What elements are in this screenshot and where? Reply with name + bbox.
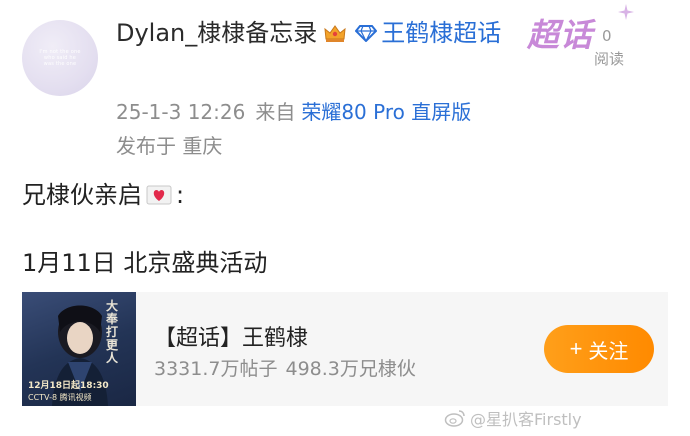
post-time: 25-1-3 12:26	[116, 100, 246, 124]
post-text-main: 兄棣伙亲启	[22, 181, 142, 209]
chaohua-mark: 超话	[527, 16, 594, 54]
post-header: Dylan_棣棣备忘录 王鹤棣超话	[116, 16, 516, 50]
post-location: 发布于 重庆	[116, 134, 223, 158]
device-link[interactable]: 荣耀80 Pro 直屏版	[301, 100, 471, 124]
post-meta: 25-1-3 12:26 来自 荣耀80 Pro 直屏版	[116, 96, 471, 125]
post-text-line1: 兄棣伙亲启 :	[22, 175, 184, 210]
follow-button[interactable]: + 关注	[544, 325, 654, 373]
read-label: 阅读	[594, 50, 625, 68]
posts-count: 3331.7万帖子	[154, 358, 278, 380]
user-name[interactable]: Dylan_棣棣备忘录	[116, 19, 317, 47]
diamond-icon	[355, 25, 378, 42]
poster-channel: CCTV-8 腾讯视频	[28, 393, 92, 402]
post-text-colon: :	[176, 181, 185, 209]
plus-icon: +	[569, 336, 583, 361]
from-label: 来自	[255, 100, 296, 124]
watermark: @星扒客Firstly	[444, 406, 582, 430]
watermark-text: @星扒客Firstly	[470, 410, 582, 429]
read-count: 0	[602, 27, 612, 45]
avatar-text: I'm not the one who said he was the one	[39, 49, 81, 67]
poster-title: 大奉打更人	[106, 299, 119, 365]
poster-date: 12月18日起18:30	[28, 381, 109, 391]
crown-icon	[324, 25, 346, 42]
fans-count: 498.3万兄棣伙	[285, 358, 416, 380]
sparkle-icon	[618, 4, 634, 20]
avatar[interactable]: I'm not the one who said he was the one	[22, 20, 98, 96]
card-title: 【超话】王鹤棣	[154, 326, 309, 351]
heart-icon	[146, 185, 172, 205]
card-stats: 3331.7万帖子 498.3万兄棣伙	[154, 354, 416, 381]
post-text-line2: 1月11日 北京盛典活动	[22, 249, 268, 277]
weibo-icon	[444, 410, 465, 427]
follow-label: 关注	[588, 340, 629, 363]
topic-card[interactable]: 大奉打更人 12月18日起18:30 CCTV-8 腾讯视频 【超话】王鹤棣 3…	[22, 292, 668, 406]
topic-link[interactable]: 王鹤棣超话	[381, 19, 501, 47]
poster-image: 大奉打更人 12月18日起18:30 CCTV-8 腾讯视频	[22, 292, 136, 406]
